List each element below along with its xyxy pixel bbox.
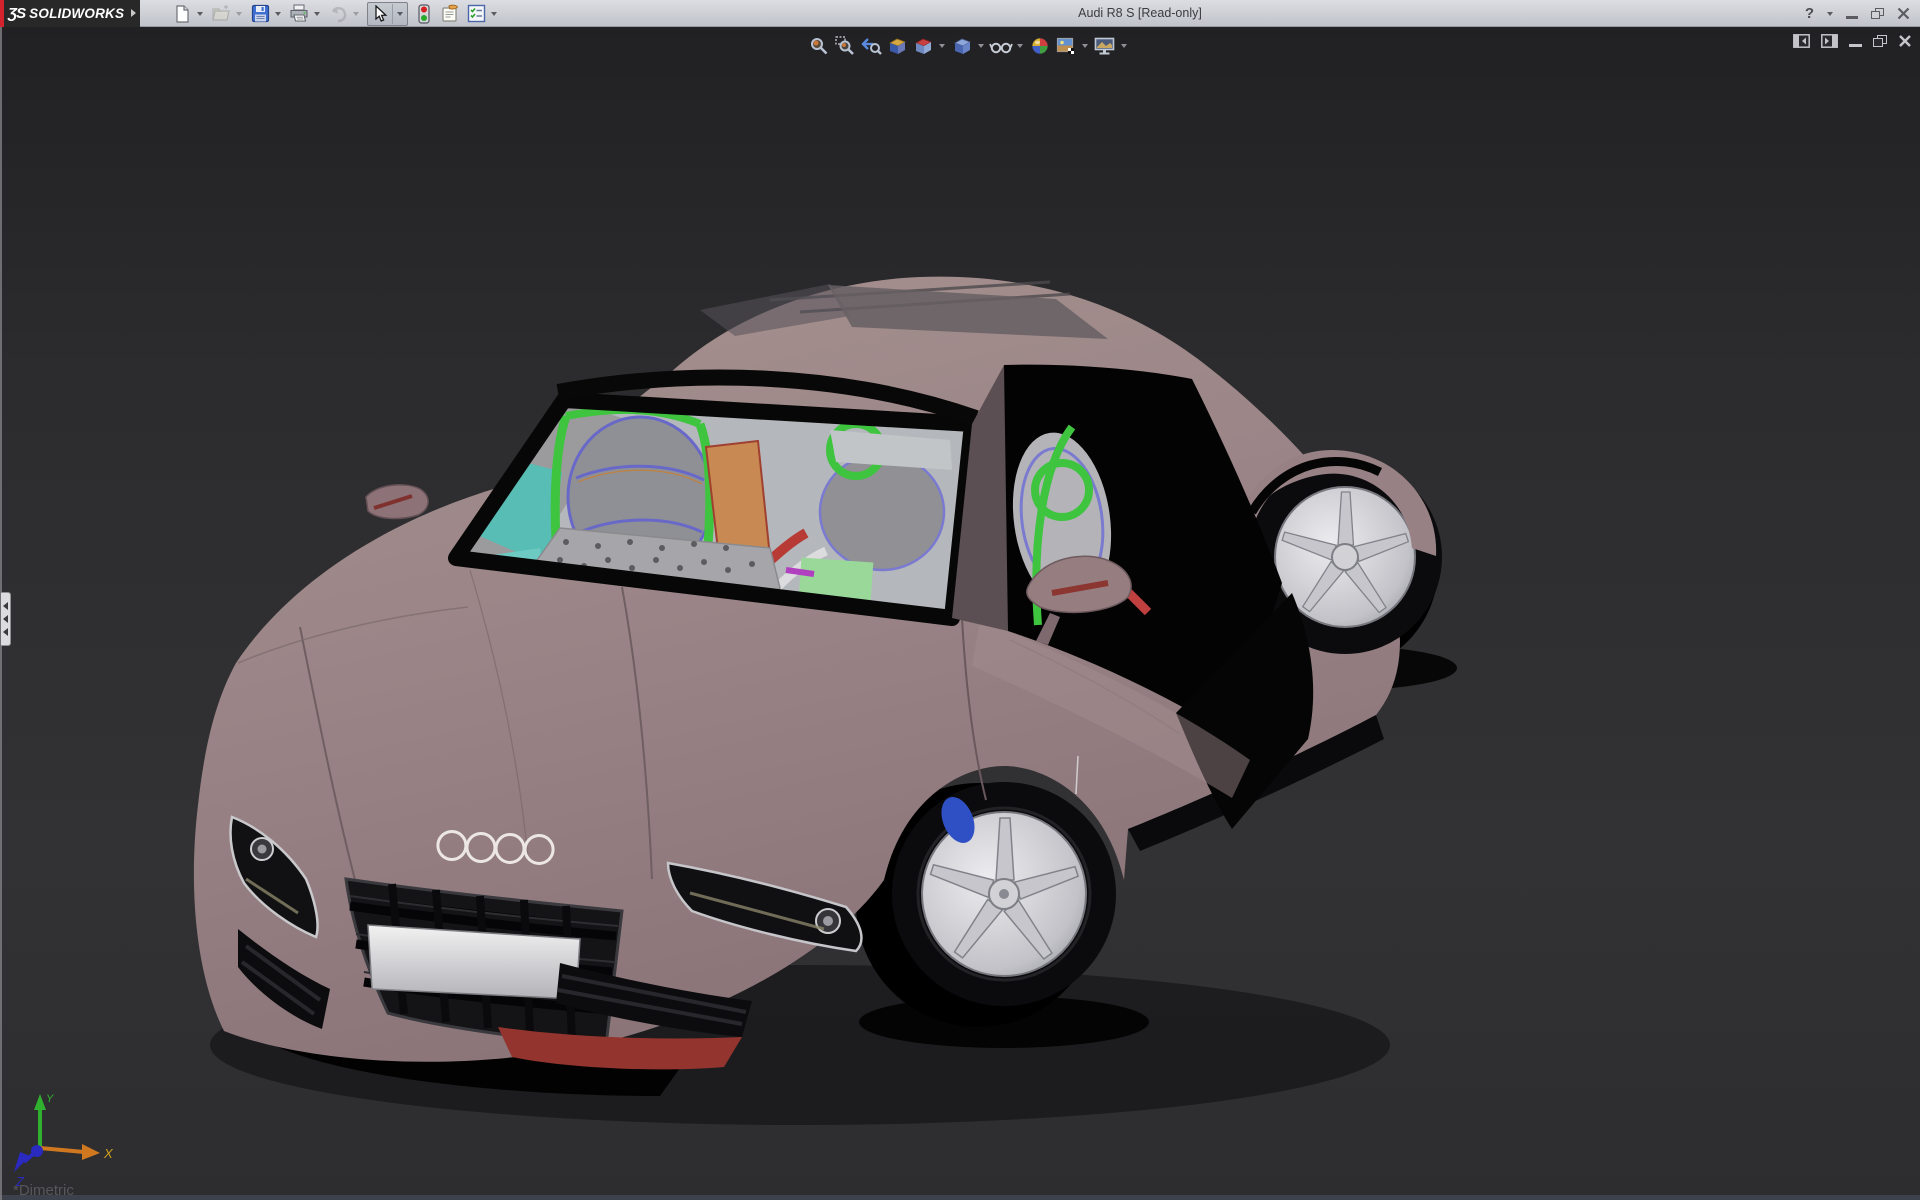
help-icon[interactable]: ? [1805, 5, 1814, 22]
select-dropdown[interactable] [397, 12, 403, 16]
solidworks-logo[interactable]: ƷS SOLIDWORKS [0, 0, 140, 27]
options-list-icon [467, 4, 486, 23]
display-style-icon [951, 35, 973, 57]
apply-scene-dropdown[interactable] [1082, 44, 1088, 48]
save-icon [251, 4, 270, 23]
hide-show-items-button[interactable] [988, 33, 1013, 58]
headsup-view-toolbar [806, 33, 1130, 58]
status-strip [0, 1195, 1920, 1200]
select-tool-button[interactable] [368, 2, 392, 26]
new-document-button[interactable] [170, 2, 194, 26]
section-view-button[interactable] [884, 33, 909, 58]
left-mirror [366, 485, 428, 519]
triad-y-label: Y [46, 1093, 54, 1105]
minimize-icon[interactable] [1846, 16, 1858, 19]
select-separator [392, 4, 393, 24]
zoom-to-area-button[interactable] [832, 33, 857, 58]
car-model-audi-r8[interactable]: Y X Z [0, 27, 1920, 1200]
traffic-light-button[interactable] [412, 2, 436, 26]
view-settings-icon [1093, 35, 1116, 57]
collapse-arrow-icon [3, 602, 8, 610]
hide-show-items-dropdown[interactable] [1017, 44, 1023, 48]
collapse-arrow-icon [3, 615, 8, 623]
graphics-viewport[interactable]: Y X Z [0, 27, 1920, 1200]
view-orientation-icon [912, 35, 934, 57]
document-restore-icon[interactable] [1873, 35, 1887, 47]
expand-left-pane-icon[interactable] [1793, 34, 1810, 48]
view-orientation-button[interactable] [910, 33, 935, 58]
comment-note-icon [440, 4, 460, 23]
comment-note-button[interactable] [438, 2, 462, 26]
help-dropdown[interactable] [1827, 12, 1833, 16]
apply-scene-button[interactable] [1053, 33, 1078, 58]
document-minimize-icon[interactable] [1849, 44, 1862, 47]
document-window-controls [1793, 34, 1912, 48]
window-controls: ? [1805, 0, 1910, 27]
orientation-triad: Y X Z [14, 1093, 114, 1189]
feature-tree-collapsed-tab[interactable] [1, 592, 11, 646]
edit-appearance-button[interactable] [1027, 33, 1052, 58]
zoom-to-fit-icon [808, 35, 830, 57]
options-list-button[interactable] [464, 2, 488, 26]
display-style-dropdown[interactable] [978, 44, 984, 48]
document-close-icon[interactable] [1898, 34, 1912, 48]
menu-flyout-arrow-icon[interactable] [131, 9, 136, 17]
solidworks-wordmark: SOLIDWORKS [29, 6, 124, 21]
zoom-to-fit-button[interactable] [806, 33, 831, 58]
new-document-icon [173, 5, 191, 23]
hide-show-items-icon [989, 35, 1013, 57]
window-title: Audi R8 S [Read-only] [1078, 6, 1202, 20]
main-toolbar [170, 0, 501, 27]
close-icon[interactable] [1897, 7, 1910, 20]
print-dropdown[interactable] [314, 12, 320, 16]
save-dropdown[interactable] [275, 12, 281, 16]
select-tool-group [367, 2, 408, 26]
section-view-icon [886, 35, 908, 57]
apply-scene-icon [1055, 35, 1077, 57]
triad-x-label: X [103, 1146, 114, 1161]
print-icon [289, 4, 309, 23]
open-document-icon [211, 5, 231, 23]
previous-view-button[interactable] [858, 33, 883, 58]
open-document-dropdown[interactable] [236, 12, 242, 16]
front-wheel[interactable] [892, 782, 1116, 1006]
undo-button[interactable] [326, 2, 350, 26]
titlebar: ƷS SOLIDWORKS [0, 0, 1920, 27]
view-settings-dropdown[interactable] [1121, 44, 1127, 48]
new-document-dropdown[interactable] [197, 12, 203, 16]
collapse-arrow-icon [3, 628, 8, 636]
previous-view-icon [860, 35, 882, 57]
open-document-button[interactable] [209, 2, 233, 26]
edit-appearance-icon [1029, 35, 1051, 57]
restore-icon[interactable] [1871, 8, 1884, 19]
undo-icon [328, 5, 348, 23]
options-dropdown[interactable] [491, 12, 497, 16]
undo-dropdown[interactable] [353, 12, 359, 16]
expand-right-pane-icon[interactable] [1821, 34, 1838, 48]
save-button[interactable] [248, 2, 272, 26]
traffic-light-icon [418, 4, 430, 24]
view-settings-button[interactable] [1092, 33, 1117, 58]
logo-red-accent [0, 0, 4, 27]
ds-logo-mark: ƷS [8, 5, 25, 22]
print-button[interactable] [287, 2, 311, 26]
view-orientation-dropdown[interactable] [939, 44, 945, 48]
zoom-to-area-icon [834, 35, 856, 57]
display-style-button[interactable] [949, 33, 974, 58]
select-cursor-icon [372, 5, 388, 23]
